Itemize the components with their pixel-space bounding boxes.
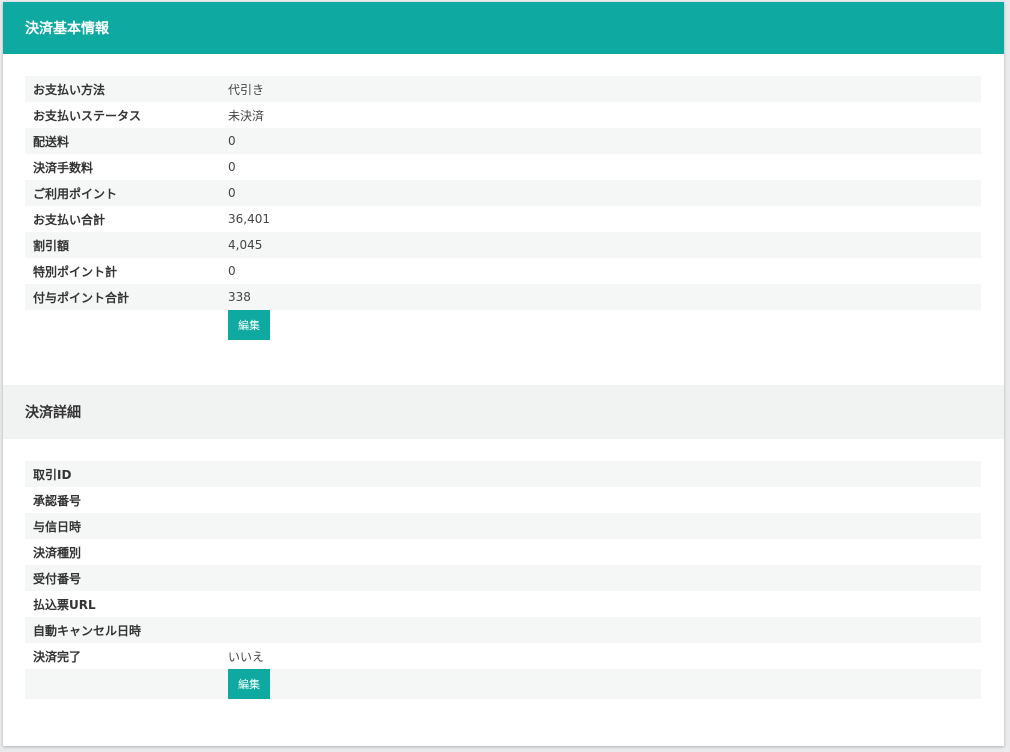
row-label: 与信日時 (33, 519, 82, 534)
row-value: 4,045 (228, 238, 263, 252)
row-value: 未決済 (228, 108, 265, 123)
row-payment-total: お支払い合計 36,401 (25, 206, 981, 232)
row-payment-method: お支払い方法 代引き (25, 76, 981, 102)
row-credit-datetime: 与信日時 (25, 513, 981, 539)
row-value (220, 591, 981, 617)
row-value (220, 461, 981, 487)
row-approval-number: 承認番号 (25, 487, 981, 513)
row-payment-type: 決済種別 (25, 539, 981, 565)
row-payment-slip-url: 払込票URL (25, 591, 981, 617)
row-value (220, 617, 981, 643)
row-label: 承認番号 (33, 493, 82, 508)
row-value (220, 565, 981, 591)
basic-info-table: お支払い方法 代引き お支払いステータス 未決済 配送料 0 決済手数料 0 ご… (25, 76, 981, 340)
row-payment-fee: 決済手数料 0 (25, 154, 981, 180)
row-label: 割引額 (33, 238, 70, 253)
row-shipping-fee: 配送料 0 (25, 128, 981, 154)
row-value: いいえ (228, 649, 265, 664)
payment-detail-header: 決済詳細 (3, 385, 1004, 439)
row-payment-status: お支払いステータス 未決済 (25, 102, 981, 128)
row-label: 決済手数料 (33, 160, 94, 175)
row-used-points: ご利用ポイント 0 (25, 180, 981, 206)
row-value: 代引き (228, 82, 265, 97)
row-discount: 割引額 4,045 (25, 232, 981, 258)
payment-detail-title: 決済詳細 (25, 405, 81, 421)
row-label: ご利用ポイント (33, 186, 118, 201)
row-granted-points: 付与ポイント合計 338 (25, 284, 981, 310)
row-label: 特別ポイント計 (33, 264, 118, 279)
row-receipt-number: 受付番号 (25, 565, 981, 591)
payment-detail-table: 取引ID 承認番号 与信日時 決済種別 受付番号 払込票URL 自動キャンセル日… (25, 461, 981, 699)
row-label: 取引ID (33, 467, 72, 482)
row-label: お支払い方法 (33, 82, 106, 97)
detail-edit-button[interactable]: 編集 (228, 669, 270, 699)
payment-detail-section: 取引ID 承認番号 与信日時 決済種別 受付番号 払込票URL 自動キャンセル日… (3, 439, 1004, 699)
row-value (220, 487, 981, 513)
row-label: 払込票URL (33, 597, 96, 612)
basic-info-section: お支払い方法 代引き お支払いステータス 未決済 配送料 0 決済手数料 0 ご… (3, 54, 1004, 340)
row-label: 決済種別 (33, 545, 82, 560)
row-value: 0 (228, 264, 236, 278)
row-label: お支払いステータス (33, 108, 142, 123)
row-value: 36,401 (228, 212, 270, 226)
row-label: 付与ポイント合計 (33, 290, 130, 305)
row-value (220, 513, 981, 539)
row-value: 0 (228, 186, 236, 200)
basic-info-title: 決済基本情報 (25, 21, 109, 37)
row-label: 配送料 (33, 134, 70, 149)
row-special-points: 特別ポイント計 0 (25, 258, 981, 284)
row-value: 0 (228, 160, 236, 174)
row-value (220, 539, 981, 565)
row-value: 0 (228, 134, 236, 148)
basic-edit-button[interactable]: 編集 (228, 310, 270, 340)
row-label: 自動キャンセル日時 (33, 623, 142, 638)
row-transaction-id: 取引ID (25, 461, 981, 487)
row-auto-cancel-datetime: 自動キャンセル日時 (25, 617, 981, 643)
payment-panel: 決済基本情報 お支払い方法 代引き お支払いステータス 未決済 配送料 0 決済… (3, 2, 1004, 746)
row-label: 受付番号 (33, 571, 82, 586)
detail-edit-row: 編集 (25, 669, 981, 699)
row-label: お支払い合計 (33, 212, 106, 227)
row-value: 338 (228, 290, 251, 304)
row-label: 決済完了 (33, 649, 82, 664)
basic-info-header: 決済基本情報 (3, 2, 1004, 54)
basic-edit-row: 編集 (25, 310, 981, 340)
row-payment-complete: 決済完了 いいえ (25, 643, 981, 669)
